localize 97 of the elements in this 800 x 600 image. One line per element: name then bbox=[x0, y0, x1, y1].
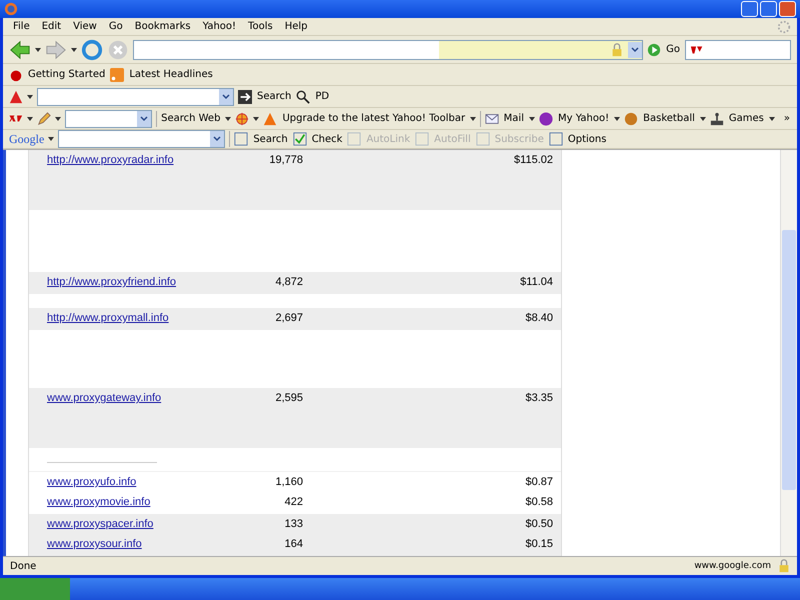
dropdown-button[interactable] bbox=[210, 131, 224, 147]
more-button[interactable]: » bbox=[782, 113, 791, 124]
joystick-icon bbox=[710, 112, 724, 126]
close-button[interactable] bbox=[779, 1, 796, 17]
maximize-button[interactable] bbox=[760, 1, 777, 17]
table-cell-text: 2,697 bbox=[274, 312, 303, 324]
dropdown-button[interactable] bbox=[219, 88, 233, 104]
status-host: www.google.com bbox=[694, 561, 771, 571]
toolbar-button[interactable]: Basketball bbox=[642, 113, 696, 124]
toolbar-button[interactable]: Upgrade to the latest Yahoo! Toolbar bbox=[281, 113, 466, 124]
toolbar-button[interactable]: My Yahoo! bbox=[556, 113, 610, 124]
throbber-icon bbox=[777, 20, 791, 34]
search-icon[interactable] bbox=[296, 90, 310, 104]
checkmark-icon[interactable] bbox=[292, 132, 307, 146]
site-link[interactable]: www.proxysour.info bbox=[47, 538, 247, 550]
globe-icon bbox=[4, 2, 18, 16]
caret-icon[interactable] bbox=[253, 116, 260, 120]
target-icon[interactable] bbox=[235, 112, 250, 126]
bookmark-item[interactable]: Getting Started bbox=[27, 69, 106, 80]
caret-icon[interactable] bbox=[614, 116, 620, 120]
bookmark-item[interactable]: Latest Headlines bbox=[128, 69, 214, 80]
table-cell-text: $0.50 bbox=[524, 518, 553, 530]
site-link[interactable]: http://www.proxyradar.info bbox=[47, 154, 247, 166]
back-icon[interactable] bbox=[9, 38, 31, 60]
caret-icon[interactable] bbox=[225, 116, 232, 120]
google-logo[interactable]: Google bbox=[9, 132, 44, 146]
menu-item[interactable]: Go bbox=[104, 21, 127, 32]
arrow-icon[interactable] bbox=[238, 90, 252, 104]
address-field[interactable] bbox=[133, 40, 644, 60]
menu-item[interactable]: Yahoo! bbox=[198, 21, 240, 32]
menu-item[interactable]: Tools bbox=[244, 21, 277, 32]
search-field[interactable] bbox=[37, 88, 234, 106]
start-button[interactable] bbox=[0, 578, 70, 600]
site-link[interactable]: www.proxymovie.info bbox=[47, 496, 247, 508]
table-cell-text: 164 bbox=[284, 538, 303, 550]
status-text: Done bbox=[9, 560, 38, 572]
ball-icon bbox=[624, 112, 638, 126]
menu-item[interactable]: Edit bbox=[38, 21, 66, 32]
menu-item[interactable]: File bbox=[9, 21, 34, 32]
toolbar-button[interactable]: Games bbox=[728, 113, 765, 124]
minimize-button[interactable] bbox=[741, 1, 758, 17]
search-field[interactable] bbox=[58, 130, 226, 148]
bookmark-icon bbox=[9, 68, 23, 82]
table-cell-text: 4,872 bbox=[274, 276, 303, 288]
search-button[interactable]: Search bbox=[256, 91, 292, 102]
table-cell-text: $0.87 bbox=[524, 476, 553, 488]
toolbar-button[interactable]: Options bbox=[566, 134, 608, 144]
site-link[interactable]: http://www.proxyfriend.info bbox=[47, 276, 247, 288]
table-cell-text: $115.02 bbox=[513, 154, 553, 166]
caret-icon[interactable] bbox=[71, 48, 77, 52]
envelope-icon bbox=[484, 112, 499, 126]
pencil-icon[interactable] bbox=[37, 112, 52, 126]
table-cell-text: 133 bbox=[284, 518, 303, 530]
play-icon[interactable] bbox=[647, 42, 662, 56]
warning-icon bbox=[263, 112, 278, 126]
menu-item[interactable]: Bookmarks bbox=[130, 21, 195, 32]
circle-icon bbox=[538, 112, 553, 126]
feed-icon bbox=[110, 68, 124, 82]
toolbar-icon[interactable] bbox=[548, 132, 563, 146]
site-link[interactable]: www.proxygateway.info bbox=[47, 392, 247, 404]
table-cell-text: $0.15 bbox=[524, 538, 553, 550]
dropdown-button[interactable] bbox=[136, 110, 151, 126]
caret-icon[interactable] bbox=[768, 116, 775, 120]
menu-item[interactable]: View bbox=[69, 21, 101, 32]
scrollbar[interactable] bbox=[780, 150, 797, 556]
search-field[interactable] bbox=[65, 110, 152, 128]
caret-icon[interactable] bbox=[35, 48, 41, 52]
caret-icon[interactable] bbox=[27, 116, 34, 120]
site-link[interactable]: www.proxyufo.info bbox=[47, 476, 247, 488]
caret-icon[interactable] bbox=[48, 137, 54, 141]
table-cell-text: 19,778 bbox=[268, 154, 303, 166]
table-cell-text: 422 bbox=[284, 496, 303, 508]
toolbar-button[interactable]: Search bbox=[252, 134, 289, 144]
go-button[interactable]: Go bbox=[665, 44, 681, 55]
toolbar-button[interactable]: Check bbox=[310, 134, 344, 144]
table-cell-text: $0.58 bbox=[524, 496, 553, 508]
toolbar-button[interactable]: PD bbox=[314, 91, 330, 102]
site-link[interactable]: www.proxyspacer.info bbox=[47, 518, 247, 530]
logo-icon bbox=[9, 90, 23, 104]
dropdown-button[interactable] bbox=[628, 42, 642, 58]
lock-icon bbox=[610, 42, 624, 56]
table-cell-text: $11.04 bbox=[519, 276, 553, 288]
caret-icon[interactable] bbox=[27, 94, 33, 98]
site-link[interactable]: http://www.proxymall.info bbox=[47, 312, 247, 324]
toolbar-button[interactable]: Search Web bbox=[160, 113, 222, 124]
caret-icon[interactable] bbox=[55, 116, 62, 120]
menu-item[interactable]: Help bbox=[280, 21, 312, 32]
caret-icon[interactable] bbox=[470, 116, 476, 120]
table-cell-text: $3.35 bbox=[524, 392, 553, 404]
caret-icon[interactable] bbox=[528, 116, 535, 120]
table-cell-text: 1,160 bbox=[274, 476, 303, 488]
table-cell-text: 2,595 bbox=[274, 392, 303, 404]
table-cell-text: $8.40 bbox=[524, 312, 553, 324]
toolbar-button[interactable]: Mail bbox=[502, 113, 525, 124]
caret-icon[interactable] bbox=[700, 116, 706, 120]
lock-icon bbox=[777, 559, 791, 573]
search-field[interactable] bbox=[685, 40, 791, 60]
